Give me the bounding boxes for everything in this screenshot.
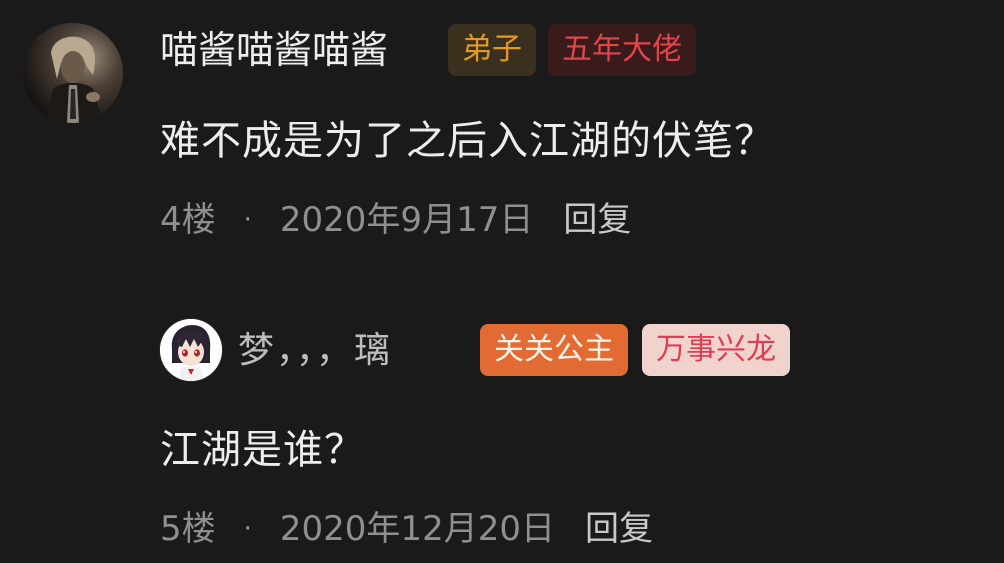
badge-five-year-veteran: 五年大佬 xyxy=(548,24,696,76)
comment-item: 梦，，，璃 关关公主 万事兴龙 江湖是谁？ 5楼 · 2020年12月20日 回… xyxy=(0,300,1004,563)
user-badges: 弟子 五年大佬 xyxy=(448,24,696,76)
username[interactable]: 梦，，，璃 xyxy=(238,327,392,375)
badge-guanguan-princess: 关关公主 xyxy=(480,324,628,376)
comment-date: 2020年12月20日 xyxy=(279,509,555,549)
floor-number: 4楼 xyxy=(160,200,216,240)
reply-button[interactable]: 回复 xyxy=(563,196,631,244)
reply-button[interactable]: 回复 xyxy=(585,505,653,553)
avatar[interactable] xyxy=(23,23,123,123)
comment-date: 2020年9月17日 xyxy=(279,200,534,240)
avatar-anime-girl-image xyxy=(160,319,222,381)
username[interactable]: 喵酱喵酱喵酱 xyxy=(160,26,388,74)
badge-disciple: 弟子 xyxy=(448,24,536,76)
comment-text: 江湖是谁？ xyxy=(160,427,365,473)
meta-separator: · xyxy=(243,514,252,544)
badge-wanshi-xinglong: 万事兴龙 xyxy=(642,324,790,376)
meta-separator: · xyxy=(243,205,252,235)
avatar-portrait-image xyxy=(23,23,123,123)
avatar[interactable] xyxy=(160,319,222,381)
floor-number: 5楼 xyxy=(160,509,216,549)
user-badges: 关关公主 万事兴龙 xyxy=(480,324,790,376)
comment-meta: 4楼 · 2020年9月17日 回复 xyxy=(160,196,631,244)
comment-meta: 5楼 · 2020年12月20日 回复 xyxy=(160,505,653,553)
comment-text: 难不成是为了之后入江湖的伏笔？ xyxy=(160,118,775,164)
comment-item: 喵酱喵酱喵酱 弟子 五年大佬 难不成是为了之后入江湖的伏笔？ 4楼 · 2020… xyxy=(0,0,1004,270)
